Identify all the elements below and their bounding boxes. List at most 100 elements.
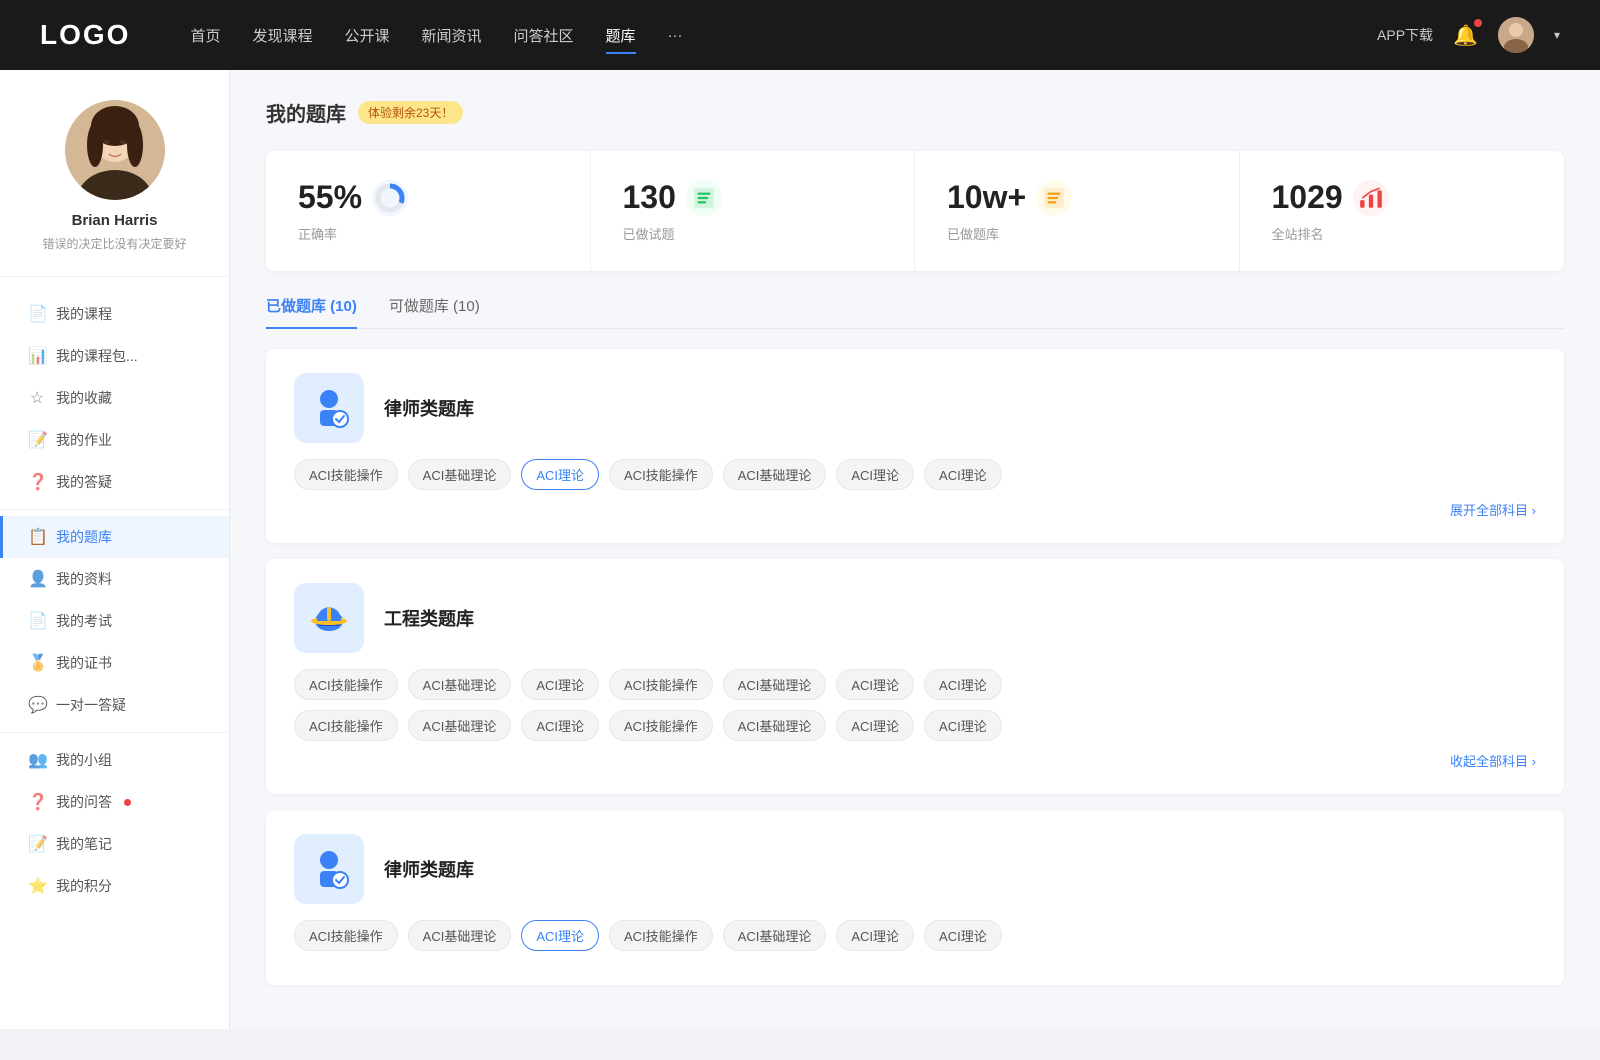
question-bank-icon: 📋 bbox=[28, 527, 46, 547]
nav-open-course[interactable]: 公开课 bbox=[344, 21, 389, 50]
eng2-tag-4[interactable]: ACI基础理论 bbox=[723, 710, 827, 741]
stat-banks-value: 10w+ bbox=[947, 179, 1026, 216]
eng-tag-1[interactable]: ACI基础理论 bbox=[408, 669, 512, 700]
user-avatar-nav[interactable] bbox=[1498, 17, 1534, 53]
sidebar-item-exam[interactable]: 📄 我的考试 bbox=[0, 600, 229, 642]
tag-6[interactable]: ACI理论 bbox=[924, 459, 1002, 490]
sidebar-item-questions[interactable]: ❓ 我的问答 bbox=[0, 781, 229, 823]
eng-tag-4[interactable]: ACI基础理论 bbox=[723, 669, 827, 700]
tag-5[interactable]: ACI理论 bbox=[836, 459, 914, 490]
stat-rank: 1029 全站排名 bbox=[1240, 151, 1565, 271]
tab-available-banks[interactable]: 可做题库 (10) bbox=[389, 295, 480, 328]
eng2-tag-2[interactable]: ACI理论 bbox=[521, 710, 599, 741]
course-package-icon: 📊 bbox=[28, 346, 46, 366]
navbar: LOGO 首页 发现课程 公开课 新闻资讯 问答社区 题库 ··· APP下载 … bbox=[0, 0, 1600, 70]
stat-top-3: 10w+ bbox=[947, 179, 1207, 216]
user-avatar bbox=[65, 100, 165, 200]
stat-accuracy: 55% 正确率 bbox=[266, 151, 591, 271]
nav-qa[interactable]: 问答社区 bbox=[514, 21, 574, 50]
l2-tag-3[interactable]: ACI技能操作 bbox=[609, 920, 713, 951]
certificate-label: 我的证书 bbox=[56, 653, 112, 673]
page-title: 我的题库 bbox=[266, 98, 346, 127]
nav-home[interactable]: 首页 bbox=[190, 21, 220, 50]
tag-0[interactable]: ACI技能操作 bbox=[294, 459, 398, 490]
homework-label: 我的作业 bbox=[56, 430, 112, 450]
l2-tag-4[interactable]: ACI基础理论 bbox=[723, 920, 827, 951]
sidebar-item-question-bank[interactable]: 📋 我的题库 bbox=[0, 516, 229, 558]
exam-icon: 📄 bbox=[28, 611, 46, 631]
sidebar-item-qa[interactable]: ❓ 我的答疑 bbox=[0, 461, 229, 503]
tags-row-lawyer-2: ACI技能操作 ACI基础理论 ACI理论 ACI技能操作 ACI基础理论 AC… bbox=[294, 920, 1536, 951]
stat-done-label: 已做试题 bbox=[623, 224, 883, 243]
eng-tag-0[interactable]: ACI技能操作 bbox=[294, 669, 398, 700]
nav-more[interactable]: ··· bbox=[668, 23, 683, 48]
user-motto: 错误的决定比没有决定要好 bbox=[42, 235, 186, 252]
nav-bank[interactable]: 题库 bbox=[606, 21, 636, 50]
sidebar-item-tutor[interactable]: 💬 一对一答疑 bbox=[0, 684, 229, 726]
nav-discover[interactable]: 发现课程 bbox=[252, 21, 312, 50]
sidebar: Brian Harris 错误的决定比没有决定要好 📄 我的课程 📊 我的课程包… bbox=[0, 70, 230, 1029]
profile-icon: 👤 bbox=[28, 569, 46, 589]
sidebar-item-notes[interactable]: 📝 我的笔记 bbox=[0, 823, 229, 865]
stat-rank-label: 全站排名 bbox=[1272, 224, 1533, 243]
l2-tag-6[interactable]: ACI理论 bbox=[924, 920, 1002, 951]
questions-icon: ❓ bbox=[28, 792, 46, 812]
favorites-label: 我的收藏 bbox=[56, 388, 112, 408]
app-download-button[interactable]: APP下载 bbox=[1377, 25, 1433, 45]
bank-icon-lawyer-2 bbox=[294, 834, 364, 904]
stat-accuracy-value: 55% bbox=[298, 179, 362, 216]
course-package-label: 我的课程包... bbox=[56, 346, 138, 366]
l2-tag-5[interactable]: ACI理论 bbox=[836, 920, 914, 951]
exam-label: 我的考试 bbox=[56, 611, 112, 631]
sidebar-item-group[interactable]: 👥 我的小组 bbox=[0, 739, 229, 781]
profile-section: Brian Harris 错误的决定比没有决定要好 bbox=[0, 100, 229, 277]
sidebar-item-course[interactable]: 📄 我的课程 bbox=[0, 293, 229, 335]
tags-row-engineer-2: ACI技能操作 ACI基础理论 ACI理论 ACI技能操作 ACI基础理论 AC… bbox=[294, 710, 1536, 741]
certificate-icon: 🏅 bbox=[28, 653, 46, 673]
user-name: Brian Harris bbox=[72, 212, 158, 229]
navbar-right: APP下载 🔔 ▾ bbox=[1377, 17, 1560, 53]
l2-tag-0[interactable]: ACI技能操作 bbox=[294, 920, 398, 951]
l2-tag-1[interactable]: ACI基础理论 bbox=[408, 920, 512, 951]
accuracy-icon bbox=[372, 180, 408, 216]
tab-row: 已做题库 (10) 可做题库 (10) bbox=[266, 295, 1564, 329]
eng2-tag-1[interactable]: ACI基础理论 bbox=[408, 710, 512, 741]
eng2-tag-5[interactable]: ACI理论 bbox=[836, 710, 914, 741]
tag-4[interactable]: ACI基础理论 bbox=[723, 459, 827, 490]
eng2-tag-3[interactable]: ACI技能操作 bbox=[609, 710, 713, 741]
tab-done-banks[interactable]: 已做题库 (10) bbox=[266, 295, 357, 328]
eng2-tag-6[interactable]: ACI理论 bbox=[924, 710, 1002, 741]
dropdown-arrow-icon[interactable]: ▾ bbox=[1554, 28, 1560, 42]
eng-tag-6[interactable]: ACI理论 bbox=[924, 669, 1002, 700]
main-content: 我的题库 体验剩余23天！ 55% 正确率 bbox=[230, 70, 1600, 1029]
stat-done-questions: 130 已做试题 bbox=[591, 151, 916, 271]
bank-icon-engineer bbox=[294, 583, 364, 653]
menu-divider-1 bbox=[0, 509, 229, 510]
sidebar-item-certificate[interactable]: 🏅 我的证书 bbox=[0, 642, 229, 684]
bank-title-lawyer-2: 律师类题库 bbox=[384, 856, 474, 882]
sidebar-item-points[interactable]: ⭐ 我的积分 bbox=[0, 865, 229, 907]
group-icon: 👥 bbox=[28, 750, 46, 770]
sidebar-item-profile[interactable]: 👤 我的资料 bbox=[0, 558, 229, 600]
tutor-icon: 💬 bbox=[28, 695, 46, 715]
eng-tag-5[interactable]: ACI理论 bbox=[836, 669, 914, 700]
sidebar-item-favorites[interactable]: ☆ 我的收藏 bbox=[0, 377, 229, 419]
sidebar-item-homework[interactable]: 📝 我的作业 bbox=[0, 419, 229, 461]
homework-icon: 📝 bbox=[28, 430, 46, 450]
eng-tag-3[interactable]: ACI技能操作 bbox=[609, 669, 713, 700]
question-bank-label: 我的题库 bbox=[56, 527, 112, 547]
eng-tag-2[interactable]: ACI理论 bbox=[521, 669, 599, 700]
tag-1[interactable]: ACI基础理论 bbox=[408, 459, 512, 490]
expand-link-lawyer-1[interactable]: 展开全部科目 › bbox=[294, 500, 1536, 519]
favorites-icon: ☆ bbox=[28, 388, 46, 408]
stat-top-2: 130 bbox=[623, 179, 883, 216]
bell-icon[interactable]: 🔔 bbox=[1453, 23, 1478, 48]
collapse-link-engineer[interactable]: 收起全部科目 › bbox=[294, 751, 1536, 770]
points-label: 我的积分 bbox=[56, 876, 112, 896]
sidebar-item-course-package[interactable]: 📊 我的课程包... bbox=[0, 335, 229, 377]
tag-2-active[interactable]: ACI理论 bbox=[521, 459, 599, 490]
nav-news[interactable]: 新闻资讯 bbox=[422, 21, 482, 50]
l2-tag-2-active[interactable]: ACI理论 bbox=[521, 920, 599, 951]
tag-3[interactable]: ACI技能操作 bbox=[609, 459, 713, 490]
eng2-tag-0[interactable]: ACI技能操作 bbox=[294, 710, 398, 741]
